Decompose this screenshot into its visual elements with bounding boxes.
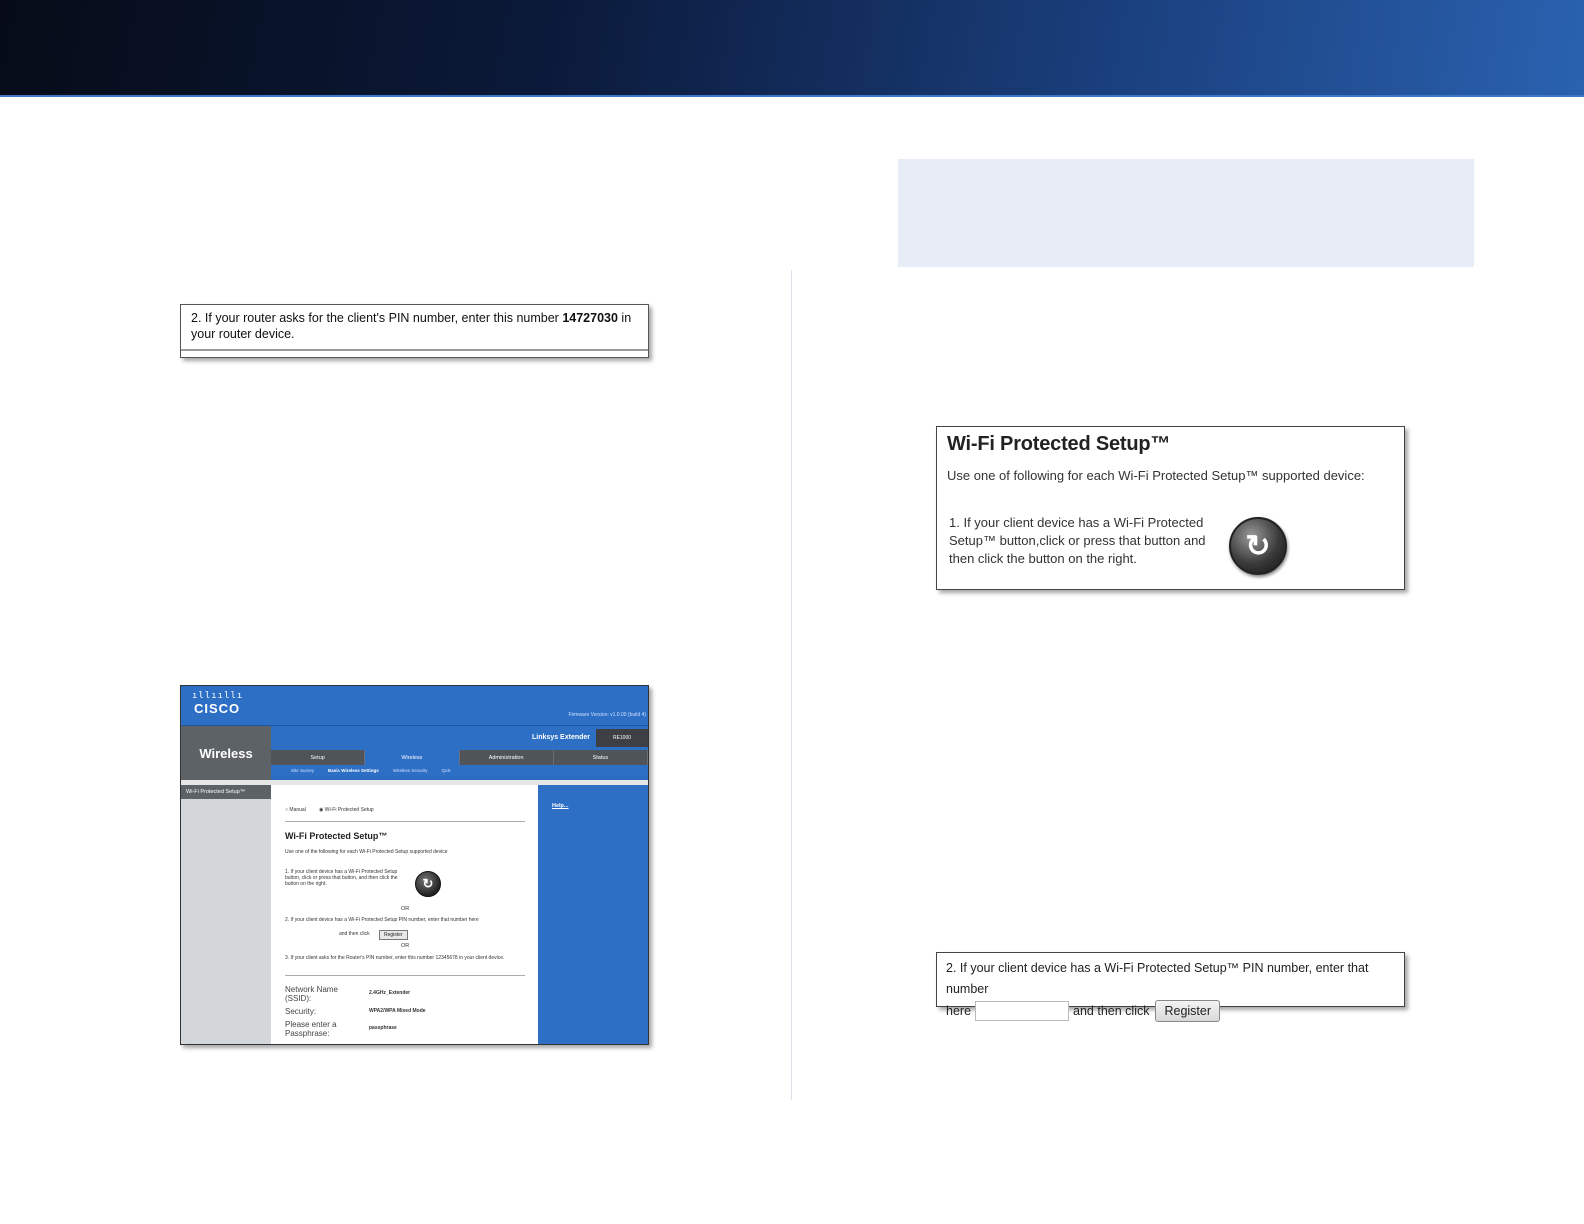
product-bar: Linksys Extender RE1000 [271,726,648,750]
product-name: Linksys Extender [532,734,590,741]
router-ui-screenshot: ıllııllı CISCO Firmware Version: v1.0.00… [180,685,649,1045]
pin-register-row: here and then click Register [946,1000,1395,1022]
radio-wps-label: Wi-Fi Protected Setup [324,807,374,813]
note-box [898,159,1474,267]
content-pane: ○ Manual ◉ Wi-Fi Protected Setup Wi-Fi P… [271,785,538,1044]
pin-register-screenshot: 2. If your client device has a Wi-Fi Pro… [936,952,1405,1022]
pin-register-here: here [946,1003,972,1018]
header-band [0,0,1584,97]
left-nav-label: Wi-Fi Protected Setup™ [181,785,271,799]
pin-number: 14727030 [562,311,618,325]
or-separator: OR [401,943,410,949]
register-button[interactable]: Register [1155,1000,1221,1022]
divider [181,349,648,351]
radio-manual[interactable]: ○ Manual [285,807,306,813]
pin-input[interactable] [975,1001,1070,1021]
pin-register-line1: 2. If your client device has a Wi-Fi Pro… [946,961,1369,996]
radio-wps[interactable]: ◉ Wi-Fi Protected Setup [319,807,374,813]
divider [285,975,525,976]
passphrase-label: Please enter a Passphrase: [285,1020,337,1038]
security-label: Security: [285,1007,317,1016]
pin-register-then-click: and then click [1073,1003,1150,1018]
wps-icon[interactable]: ↻ [1229,517,1287,575]
help-pane: Help... [538,785,648,1044]
wps-intro: Use one of the following for each Wi-Fi … [285,849,448,855]
pin-note-text-before: 2. If your router asks for the client's … [191,311,563,325]
tab-status[interactable]: Status [554,750,648,765]
network-name-value: 2.4GHz_Extender [369,990,411,996]
tab-setup[interactable]: Setup [271,750,366,765]
wps-title: Wi-Fi Protected Setup™ [285,831,388,841]
tab-wireless[interactable]: Wireless [365,750,460,765]
step1-text: 1. If your client device has a Wi-Fi Pro… [285,869,398,887]
firmware-version: Firmware Version: v1.0.00 (build 4) [568,712,646,718]
subtab-site-survey[interactable]: Site Survey [291,768,314,773]
model-number: RE1000 [596,729,648,747]
subtab-wireless-security[interactable]: Wireless Security [393,768,428,773]
radio-manual-label: Manual [289,807,306,813]
column-divider [791,270,792,1100]
subtab-basic-wireless[interactable]: Basic Wireless Settings [328,768,379,773]
subtab-qos[interactable]: QoS [442,768,451,773]
wps-panel-title: Wi-Fi Protected Setup™ [947,433,1171,455]
passphrase-value: passphrase [369,1025,397,1031]
wps-panel-subtitle: Use one of following for each Wi-Fi Prot… [947,468,1365,483]
step2-text: 2. If your client device has a Wi-Fi Pro… [285,917,479,923]
wps-step1-text: 1. If your client device has a Wi-Fi Pro… [949,515,1206,566]
section-title: Wireless [181,726,271,780]
divider [285,821,525,822]
or-separator: OR [401,906,410,912]
pin-note-screenshot: 2. If your router asks for the client's … [180,304,649,358]
register-button[interactable]: Register [379,930,408,940]
cisco-logo: CISCO [194,701,241,716]
cisco-logo-bars-icon: ıllııllı [192,691,244,701]
tab-administration[interactable]: Administration [460,750,554,765]
step2b-text: and then click [339,931,370,937]
router-header: ıllııllı CISCO Firmware Version: v1.0.00… [181,686,648,726]
step3-text: 3. If your client asks for the Router's … [285,955,505,961]
network-name-label: Network Name (SSID): [285,985,338,1003]
sub-tabs: Site Survey Basic Wireless Settings Wire… [271,765,648,776]
main-tabs: Setup Wireless Administration Status [271,750,648,765]
wps-icon[interactable]: ↻ [415,871,441,897]
wps-panel-screenshot: Wi-Fi Protected Setup™ Use one of follow… [936,426,1405,590]
security-value: WPA2/WPA Mixed Mode [369,1008,426,1014]
help-link[interactable]: Help... [552,803,569,809]
left-nav: Wi-Fi Protected Setup™ [181,785,271,1044]
